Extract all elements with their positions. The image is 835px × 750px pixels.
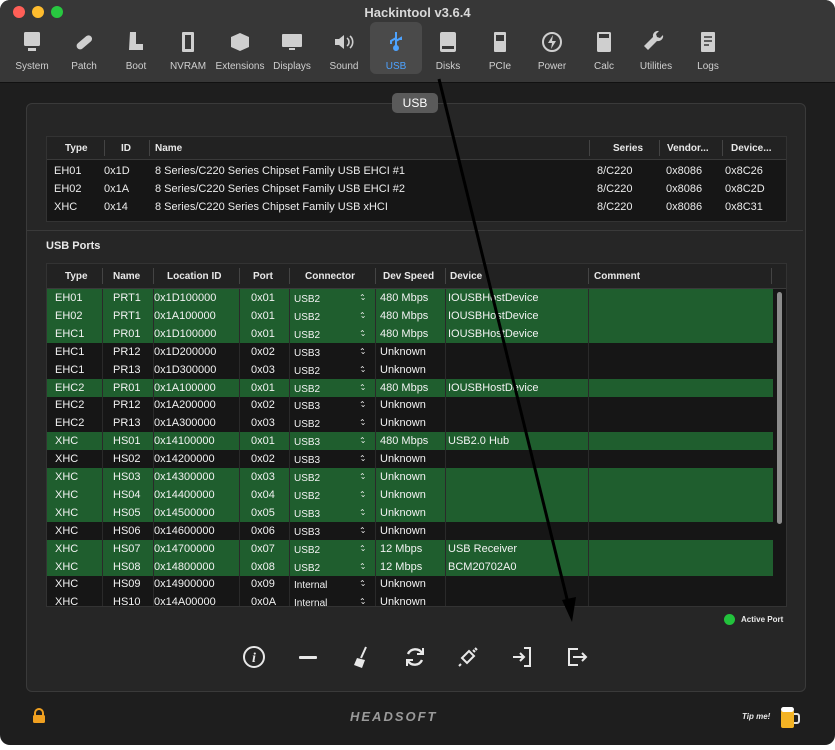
hackintool-window: Hackintool v3.6.4 System Patch Boot NVRAM Ex…	[0, 0, 835, 745]
annotation-arrow	[437, 78, 576, 622]
